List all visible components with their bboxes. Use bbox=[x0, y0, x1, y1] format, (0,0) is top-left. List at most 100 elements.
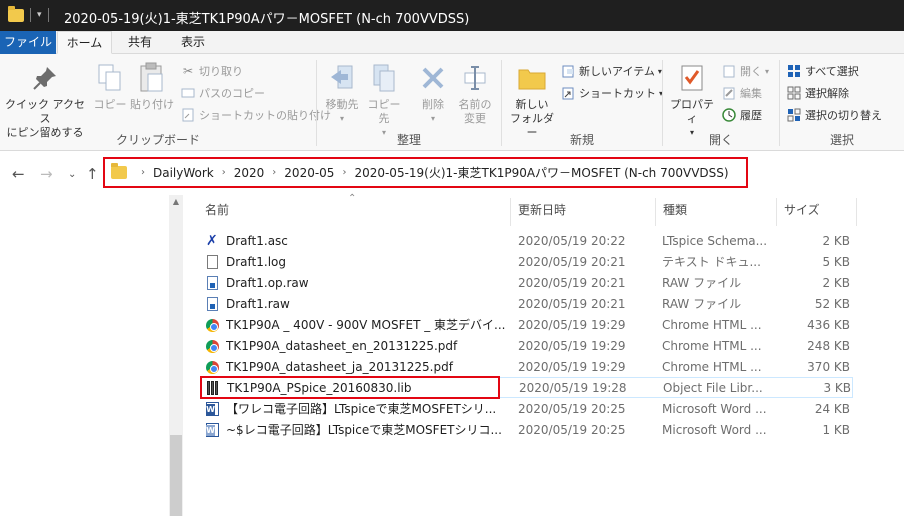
column-header-size[interactable]: サイズ bbox=[784, 195, 820, 226]
select-group: すべて選択 選択解除 選択の切り替え 選択 bbox=[780, 54, 904, 151]
scroll-up-arrow-icon[interactable]: ▲ bbox=[169, 197, 183, 211]
copy-path-icon bbox=[180, 85, 196, 101]
file-type: Microsoft Word ... bbox=[662, 423, 767, 437]
column-divider[interactable] bbox=[856, 198, 857, 226]
text-file-icon bbox=[206, 255, 220, 270]
file-row[interactable]: ✗ Draft1.asc 2020/05/19 20:22 LTspice Sc… bbox=[200, 231, 853, 252]
chrome-icon bbox=[206, 339, 220, 354]
open-group: プロパティ ▾ 開く ▾ 編集 履歴 開く bbox=[663, 54, 779, 151]
tab-view[interactable]: 表示 bbox=[171, 31, 215, 54]
file-size: 52 KB bbox=[814, 297, 850, 311]
file-row[interactable]: Draft1.op.raw 2020/05/19 20:21 RAW ファイル … bbox=[200, 273, 853, 294]
column-header-date[interactable]: 更新日時 bbox=[518, 195, 566, 226]
rename-label-line1: 名前の bbox=[458, 98, 492, 111]
breadcrumb-item[interactable]: DailyWork bbox=[153, 166, 214, 180]
open-button[interactable]: 開く ▾ bbox=[721, 62, 769, 80]
column-divider[interactable] bbox=[776, 198, 777, 226]
delete-icon bbox=[417, 62, 449, 94]
column-divider[interactable] bbox=[655, 198, 656, 226]
shortcut-icon bbox=[560, 85, 576, 101]
properties-button[interactable]: プロパティ ▾ bbox=[667, 62, 717, 140]
history-button[interactable]: 履歴 bbox=[721, 106, 762, 124]
file-name: 【ワレコ電子回路】LTspiceで東芝MOSFETシリ... bbox=[226, 402, 497, 416]
select-none-button[interactable]: 選択解除 bbox=[786, 84, 849, 102]
select-all-icon bbox=[786, 63, 802, 79]
edit-label: 編集 bbox=[740, 87, 762, 100]
select-none-icon bbox=[786, 85, 802, 101]
cut-button[interactable]: ✂ 切り取り bbox=[180, 62, 243, 80]
breadcrumb-separator-icon: › bbox=[141, 167, 145, 178]
up-arrow-icon[interactable]: ↑ bbox=[86, 165, 99, 183]
file-row[interactable]: TK1P90A_datasheet_ja_20131225.pdf 2020/0… bbox=[200, 357, 853, 378]
customize-toolbar-icon[interactable]: ▾ bbox=[37, 10, 42, 20]
copy-path-button[interactable]: パスのコピー bbox=[180, 84, 265, 102]
pin-quick-access-button[interactable]: クイック アクセス にピン留めする bbox=[4, 62, 86, 140]
file-name: ~$レコ電子回路】LTspiceで東芝MOSFETシリコ... bbox=[226, 423, 502, 437]
breadcrumb-item[interactable]: 2020-05-19(火)1-東芝TK1P90Aパワ－MOSFET (N-ch … bbox=[354, 164, 728, 181]
chrome-icon bbox=[206, 318, 220, 333]
new-item-button[interactable]: 新しいアイテム ▾ bbox=[560, 62, 662, 80]
pin-label-line1: クイック アクセス bbox=[5, 98, 85, 125]
clipboard-group-label: クリップボード bbox=[115, 133, 200, 147]
file-size: 3 KB bbox=[823, 381, 851, 395]
new-item-label: 新しいアイテム bbox=[579, 65, 655, 78]
breadcrumb-separator-icon: › bbox=[221, 167, 226, 178]
highlight-box bbox=[200, 376, 500, 399]
file-row[interactable]: TK1P90A_datasheet_en_20131225.pdf 2020/0… bbox=[200, 336, 853, 357]
paste-button[interactable]: 貼り付け bbox=[130, 62, 174, 112]
breadcrumb[interactable]: › DailyWork › 2020 › 2020-05 › 2020-05-1… bbox=[103, 157, 748, 188]
invert-selection-button[interactable]: 選択の切り替え bbox=[786, 106, 882, 124]
file-type: LTspice Schema... bbox=[662, 234, 768, 248]
file-date: 2020/05/19 19:29 bbox=[518, 360, 626, 374]
file-row[interactable]: TK1P90A _ 400V - 900V MOSFET _ 東芝デバイ... … bbox=[200, 315, 853, 336]
file-type: RAW ファイル bbox=[662, 297, 742, 311]
forward-arrow-icon[interactable]: → bbox=[40, 165, 53, 183]
column-header-type[interactable]: 種類 bbox=[663, 195, 687, 226]
column-header-name[interactable]: 名前 bbox=[205, 195, 229, 226]
file-type: Chrome HTML ... bbox=[662, 318, 762, 332]
pin-icon bbox=[29, 62, 61, 94]
tab-file[interactable]: ファイル bbox=[0, 31, 56, 54]
organize-group-label: 整理 bbox=[396, 133, 421, 147]
copy-icon bbox=[94, 62, 126, 94]
breadcrumb-separator-icon: › bbox=[342, 167, 347, 178]
paste-icon bbox=[136, 62, 168, 94]
file-date: 2020/05/19 19:29 bbox=[518, 318, 626, 332]
dropdown-arrow-icon: ▾ bbox=[765, 66, 770, 76]
file-date: 2020/05/19 20:22 bbox=[518, 234, 626, 248]
paste-shortcut-button[interactable]: ショートカットの貼り付け bbox=[180, 106, 331, 124]
new-folder-button[interactable]: 新しい フォルダー bbox=[506, 62, 558, 140]
copy-button[interactable]: コピー bbox=[90, 62, 130, 112]
tab-share[interactable]: 共有 bbox=[118, 31, 162, 54]
delete-label: 削除 bbox=[422, 98, 444, 111]
file-row[interactable]: Draft1.log 2020/05/19 20:21 テキスト ドキュ... … bbox=[200, 252, 853, 273]
clipboard-group: クイック アクセス にピン留めする コピー 貼り付け ✂ 切り取り パスのコピー… bbox=[0, 54, 331, 151]
file-date: 2020/05/19 19:28 bbox=[519, 381, 627, 395]
delete-button[interactable]: 削除 ▾ bbox=[413, 62, 453, 126]
file-row[interactable]: Draft1.raw 2020/05/19 20:21 RAW ファイル 52 … bbox=[200, 294, 853, 315]
edit-button[interactable]: 編集 bbox=[721, 84, 762, 102]
rename-button[interactable]: 名前の 変更 bbox=[453, 62, 497, 126]
file-name: Draft1.op.raw bbox=[226, 276, 309, 290]
file-row[interactable]: 【ワレコ電子回路】LTspiceで東芝MOSFETシリ... 2020/05/1… bbox=[200, 399, 853, 420]
scrollbar-thumb[interactable] bbox=[170, 435, 182, 516]
copy-to-button[interactable]: コピー先 ▾ bbox=[363, 62, 405, 140]
recent-locations-chevron-icon[interactable]: ⌄ bbox=[68, 169, 76, 180]
move-to-button[interactable]: 移動先 ▾ bbox=[321, 62, 363, 126]
file-size: 24 KB bbox=[814, 402, 850, 416]
column-divider[interactable] bbox=[510, 198, 511, 226]
select-all-button[interactable]: すべて選択 bbox=[786, 62, 859, 80]
breadcrumb-item[interactable]: 2020 bbox=[234, 166, 265, 180]
file-date: 2020/05/19 20:25 bbox=[518, 402, 626, 416]
file-size: 2 KB bbox=[822, 234, 850, 248]
easy-access-shortcut-button[interactable]: ショートカット ▾ bbox=[560, 84, 663, 102]
file-row[interactable]: ~$レコ電子回路】LTspiceで東芝MOSFETシリコ... 2020/05/… bbox=[200, 420, 853, 441]
folder-icon bbox=[8, 5, 24, 22]
file-name: Draft1.asc bbox=[226, 234, 288, 248]
select-all-label: すべて選択 bbox=[805, 65, 859, 78]
breadcrumb-item[interactable]: 2020-05 bbox=[284, 166, 334, 180]
back-arrow-icon[interactable]: ← bbox=[12, 165, 25, 183]
file-type: RAW ファイル bbox=[662, 276, 742, 290]
toolbar-divider bbox=[47, 8, 49, 22]
tab-home[interactable]: ホーム bbox=[57, 31, 112, 54]
